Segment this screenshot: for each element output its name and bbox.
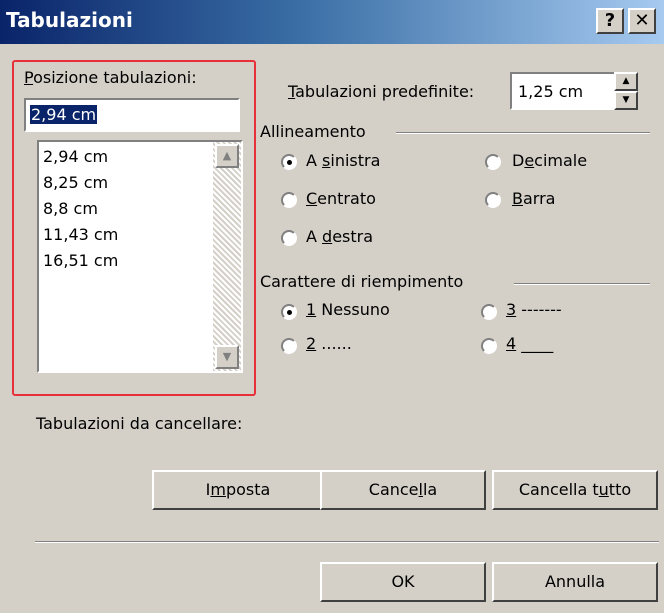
leader-dashes-label[interactable]: 3 ------- [506, 300, 562, 319]
scroll-down-button[interactable]: ▼ [215, 345, 239, 369]
alignment-label: Allineamento [260, 122, 366, 141]
align-left-radio[interactable] [281, 154, 297, 170]
spin-up-button[interactable]: ▲ [614, 72, 638, 91]
leader-label: Carattere di riempimento [260, 272, 464, 291]
tab-position-input[interactable]: 2,94 cm [24, 98, 240, 132]
list-item[interactable]: 8,25 cm [43, 170, 108, 196]
tab-positions-list[interactable]: 2,94 cm 8,25 cm 8,8 cm 11,43 cm 16,51 cm… [37, 140, 243, 373]
clear-button[interactable]: Cancella [320, 470, 486, 510]
close-button[interactable]: ✕ [628, 8, 656, 34]
list-item[interactable]: 8,8 cm [43, 196, 98, 222]
ok-button[interactable]: OK [320, 562, 486, 602]
align-right-label[interactable]: A destra [306, 227, 373, 246]
clear-all-button[interactable]: Cancella tutto [492, 470, 658, 510]
spin-up-icon: ▲ [622, 76, 630, 86]
tabs-to-clear-label: Tabulazioni da cancellare: [36, 414, 243, 433]
title-bar: Tabulazioni ? ✕ [0, 0, 664, 44]
arrow-down-icon: ▼ [222, 350, 232, 363]
close-icon: ✕ [634, 10, 650, 31]
align-decimal-radio[interactable] [485, 154, 501, 170]
alignment-divider [396, 132, 650, 134]
leader-none-label[interactable]: 1 Nessuno [306, 300, 390, 319]
window-title: Tabulazioni [6, 8, 133, 32]
set-button[interactable]: Imposta [152, 470, 324, 510]
leader-underline-label[interactable]: 4 ____ [506, 334, 553, 353]
list-item[interactable]: 11,43 cm [43, 222, 118, 248]
leader-none-radio[interactable] [281, 304, 297, 320]
spin-down-icon: ▼ [622, 95, 630, 105]
leader-dashes-radio[interactable] [481, 304, 497, 320]
tab-position-value: 2,94 cm [30, 105, 98, 124]
tab-position-label: Posizione tabulazioni: [24, 68, 197, 87]
default-tabs-input[interactable]: 1,25 cm [510, 72, 616, 110]
align-center-label[interactable]: Centrato [306, 189, 376, 208]
default-tabs-spinner[interactable]: ▲ ▼ [614, 72, 638, 110]
help-button[interactable]: ? [596, 8, 624, 34]
arrow-up-icon: ▲ [222, 149, 232, 162]
spin-down-button[interactable]: ▼ [614, 91, 638, 110]
help-icon: ? [604, 10, 616, 31]
list-scrollbar[interactable]: ▲ ▼ [213, 142, 241, 371]
align-center-radio[interactable] [281, 192, 297, 208]
align-bar-radio[interactable] [485, 192, 501, 208]
align-right-radio[interactable] [281, 230, 297, 246]
align-bar-label[interactable]: Barra [512, 189, 555, 208]
leader-underline-radio[interactable] [481, 338, 497, 354]
list-item[interactable]: 16,51 cm [43, 248, 118, 274]
leader-dots-radio[interactable] [281, 338, 297, 354]
scroll-up-button[interactable]: ▲ [215, 144, 239, 168]
leader-divider [514, 283, 650, 285]
list-item[interactable]: 2,94 cm [43, 144, 108, 170]
cancel-button[interactable]: Annulla [492, 562, 658, 602]
leader-dots-label[interactable]: 2 ...... [306, 334, 352, 353]
align-decimal-label[interactable]: Decimale [512, 151, 587, 170]
default-tabs-value: 1,25 cm [518, 82, 584, 101]
default-tabs-label: Tabulazioni predefinite: [288, 82, 475, 101]
align-left-label[interactable]: A sinistra [306, 151, 380, 170]
footer-separator [35, 541, 659, 543]
